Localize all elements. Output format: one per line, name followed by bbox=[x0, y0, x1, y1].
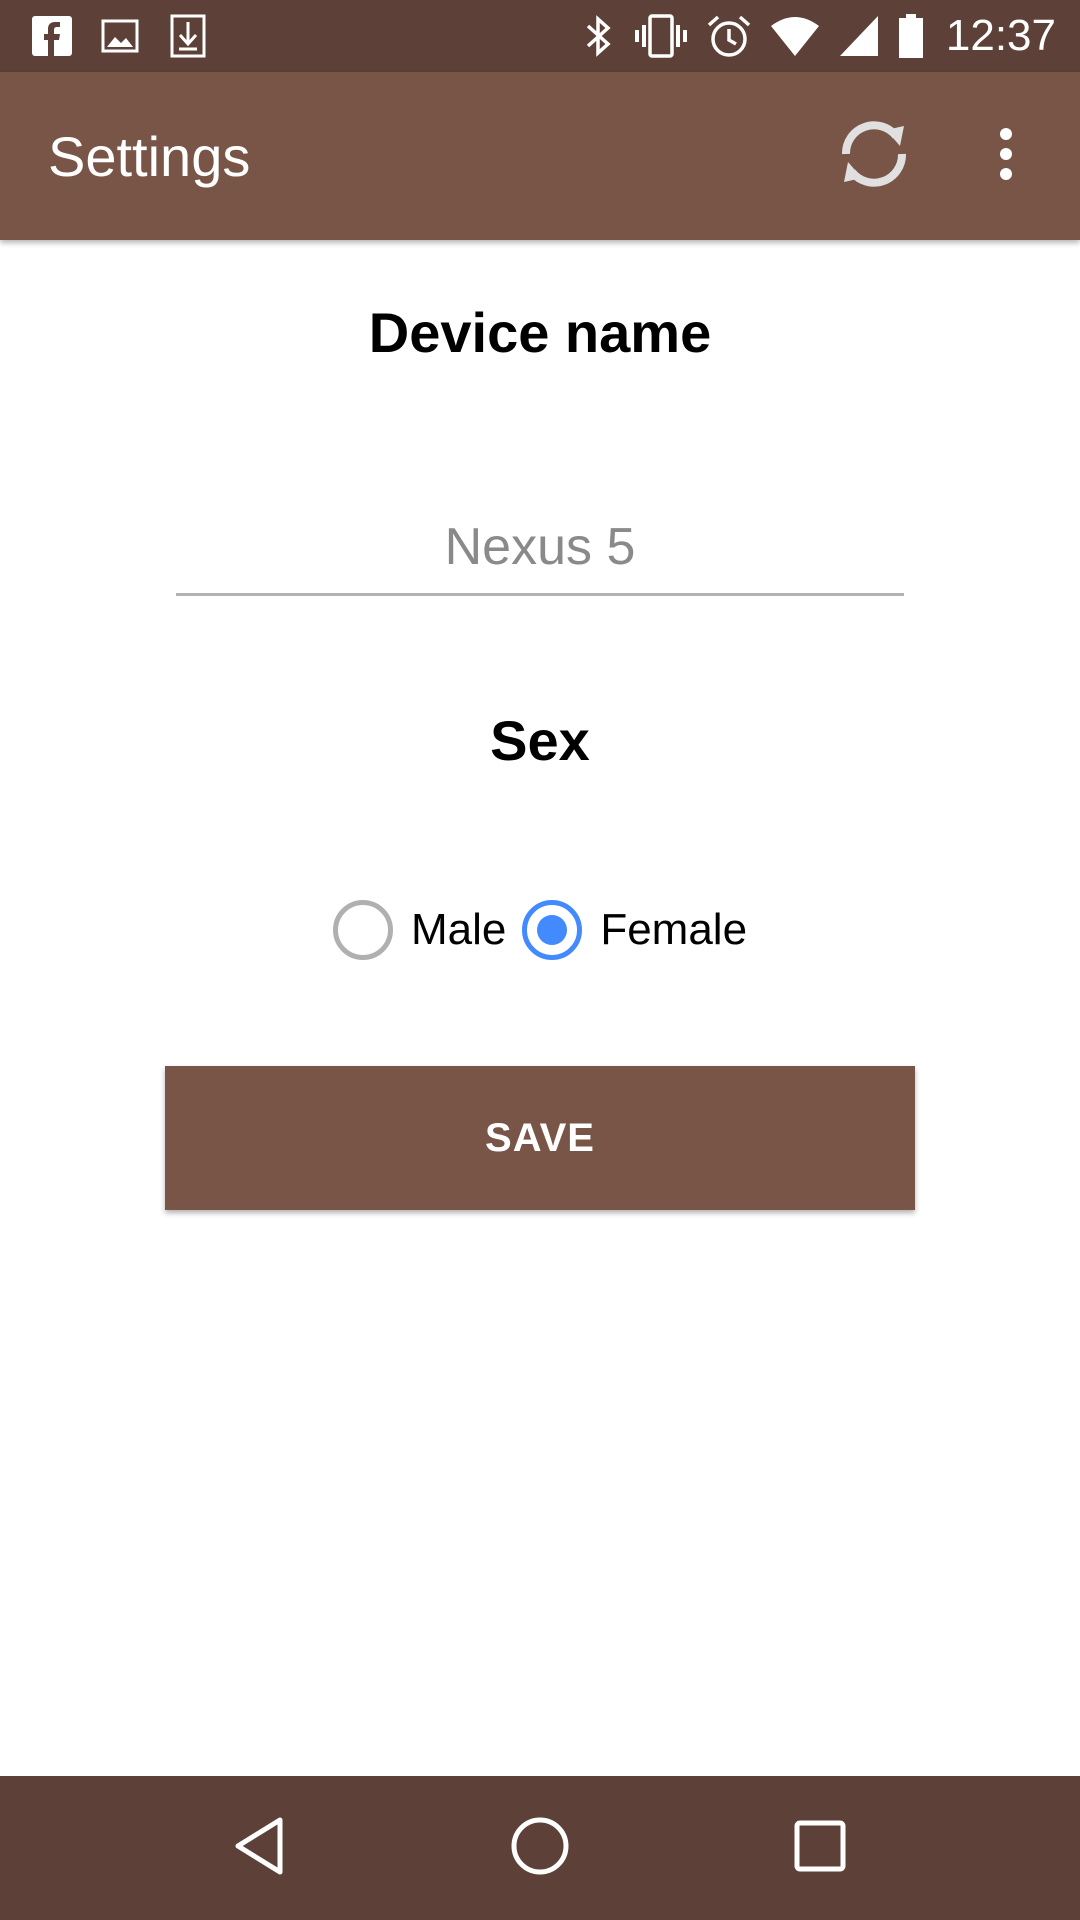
save-button[interactable]: SAVE bbox=[165, 1066, 915, 1210]
radio-male[interactable]: Male bbox=[332, 900, 506, 960]
facebook-icon bbox=[32, 16, 72, 56]
app-toolbar: Settings bbox=[0, 72, 1080, 240]
settings-form: Device name Sex Male Female SAVE bbox=[0, 240, 1080, 1776]
wifi-icon bbox=[770, 14, 820, 58]
back-icon bbox=[232, 1816, 288, 1881]
toolbar-title: Settings bbox=[48, 124, 251, 188]
radio-female-label[interactable]: Female bbox=[600, 905, 747, 955]
overflow-menu-button[interactable] bbox=[956, 96, 1056, 216]
radio-male-label[interactable]: Male bbox=[411, 905, 506, 955]
settings-screen: 12:37 Settings Device name Nexus 5 Sex M… bbox=[0, 0, 1080, 1920]
home-button[interactable] bbox=[480, 1788, 600, 1908]
recents-icon bbox=[793, 1819, 847, 1878]
radio-male-button[interactable] bbox=[332, 900, 393, 960]
device-name-input[interactable] bbox=[176, 500, 904, 596]
sex-radio-group: Male Female bbox=[0, 890, 1080, 970]
refresh-button[interactable] bbox=[824, 96, 924, 216]
radio-female[interactable]: Female bbox=[522, 900, 747, 960]
battery-icon bbox=[898, 13, 924, 59]
status-bar: 12:37 bbox=[0, 0, 1080, 72]
home-icon bbox=[510, 1816, 570, 1881]
device-name-heading: Device name bbox=[368, 301, 712, 364]
status-left-icons bbox=[32, 14, 236, 58]
bluetooth-icon bbox=[582, 13, 616, 59]
recents-button[interactable] bbox=[760, 1788, 880, 1908]
more-vert-icon bbox=[996, 126, 1016, 187]
signal-icon bbox=[838, 14, 880, 58]
refresh-icon bbox=[836, 116, 912, 197]
navigation-bar bbox=[0, 1776, 1080, 1920]
vibrate-icon bbox=[634, 13, 688, 59]
alarm-icon bbox=[706, 13, 752, 59]
radio-female-button[interactable] bbox=[522, 900, 583, 960]
back-button[interactable] bbox=[200, 1788, 320, 1908]
sex-heading: Sex bbox=[490, 709, 590, 772]
download-icon bbox=[168, 14, 208, 58]
status-right-icons: 12:37 bbox=[564, 11, 1056, 61]
status-time: 12:37 bbox=[945, 11, 1056, 60]
image-icon bbox=[100, 16, 140, 56]
